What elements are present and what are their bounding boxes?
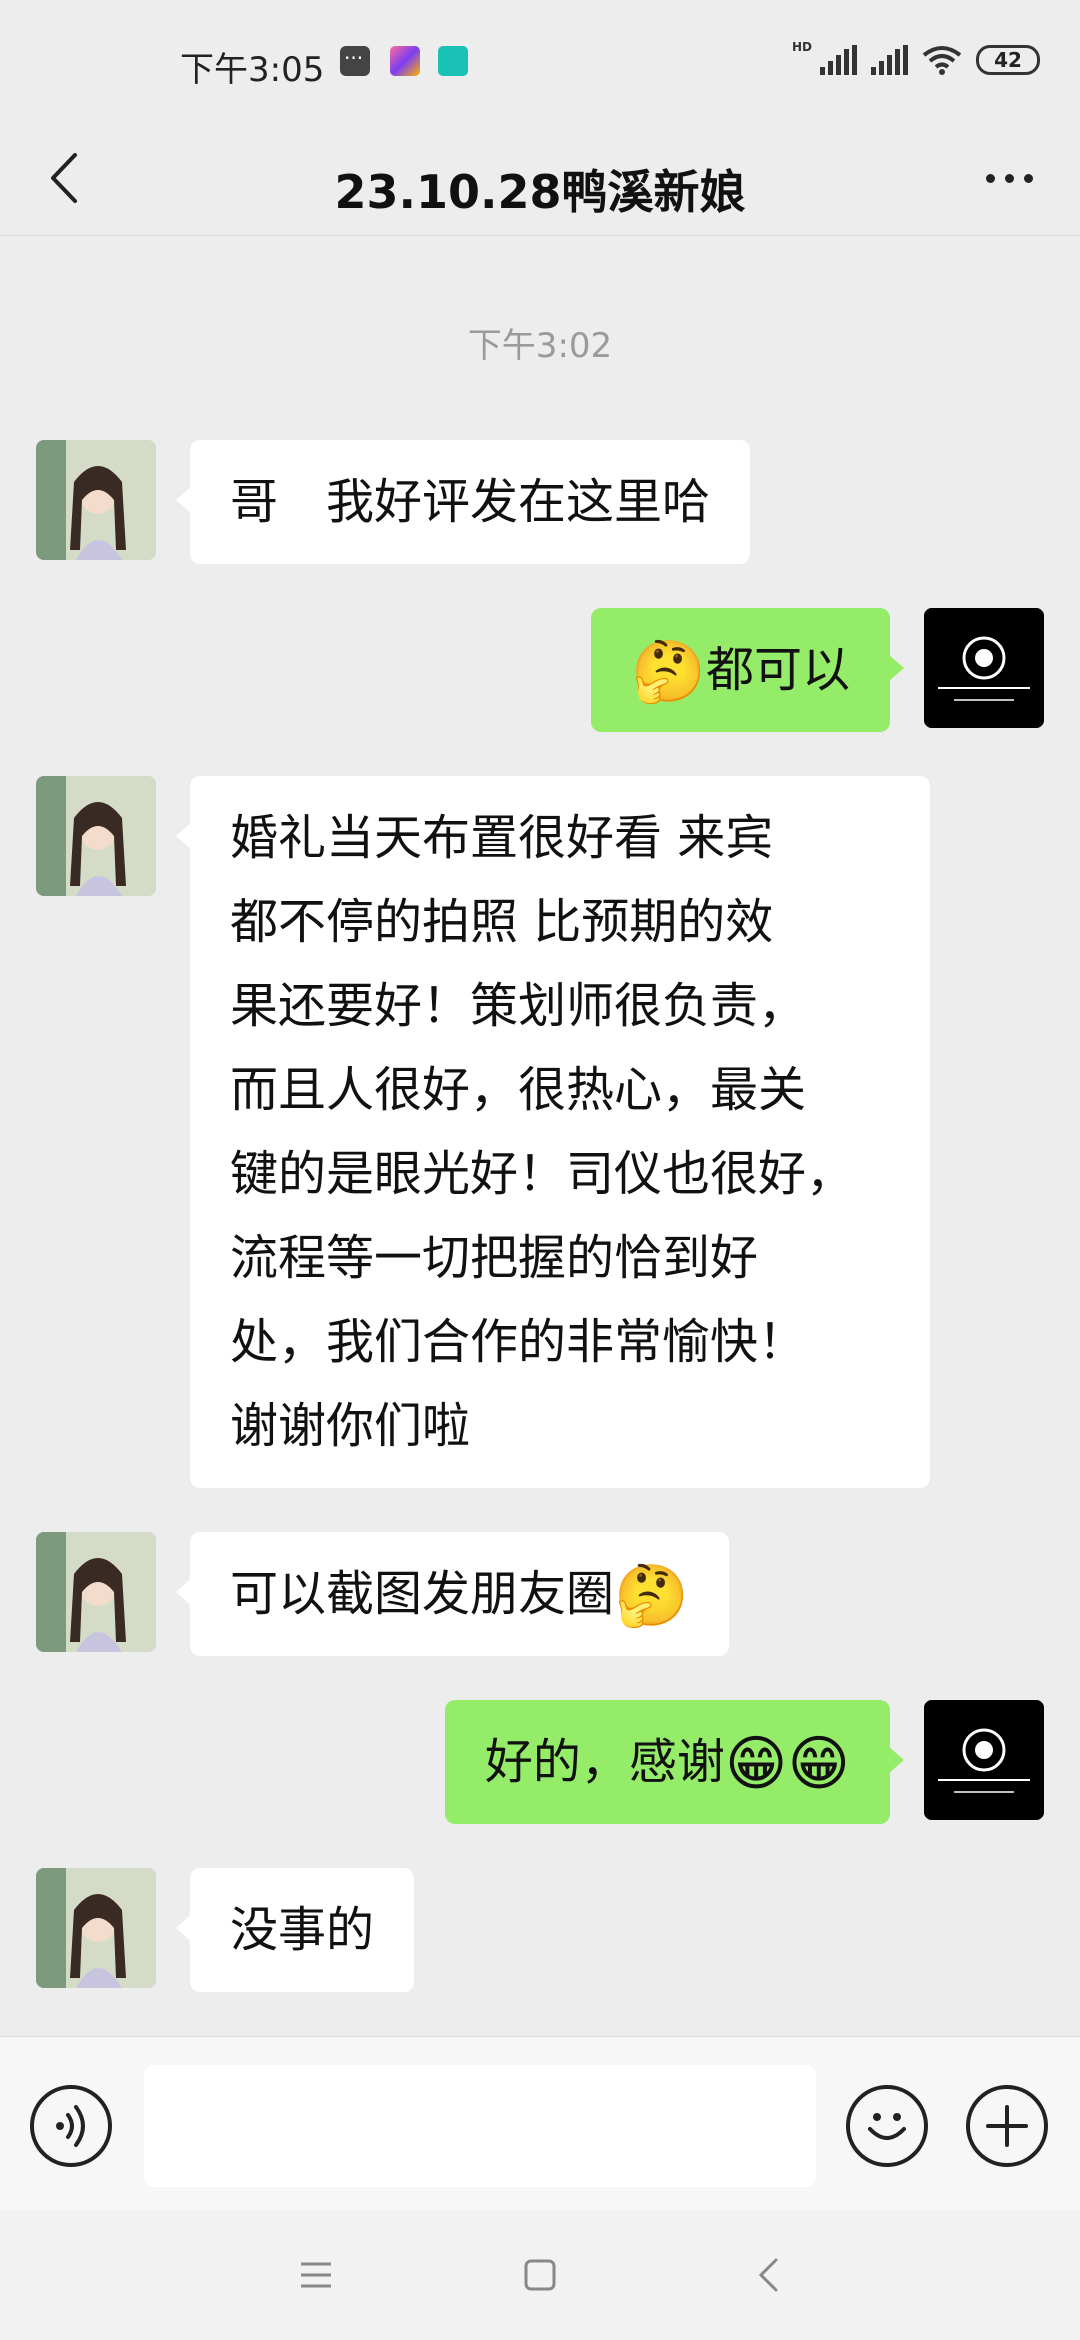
message-text: 好的，感谢 bbox=[484, 1734, 725, 1790]
wifi-icon bbox=[922, 45, 962, 75]
plus-icon bbox=[986, 2105, 1028, 2147]
more-dot bbox=[985, 173, 995, 183]
contact-avatar[interactable] bbox=[36, 776, 156, 896]
thinking-emoji: 🤔 bbox=[631, 637, 706, 707]
hd-icon: HD bbox=[791, 40, 812, 54]
message-timestamp: 下午3:02 bbox=[467, 326, 613, 366]
message-line: 键的是眼光好！司仪也很好， bbox=[230, 1146, 855, 1202]
voice-icon bbox=[56, 2105, 85, 2147]
message-bubble-incoming[interactable]: 哥 我好评发在这里哈 bbox=[175, 440, 751, 564]
contact-avatar[interactable] bbox=[36, 1532, 156, 1652]
input-bar bbox=[0, 2036, 1080, 2210]
message-bubble-outgoing[interactable]: 好的，感谢😁😁 bbox=[444, 1700, 905, 1824]
menu-nav-button[interactable] bbox=[286, 2250, 346, 2300]
chat-area[interactable]: 下午3:02 哥 我好评发在这里哈 🤔都可以 婚礼当天布置很好看 来宾 都不停的… bbox=[0, 236, 1080, 2036]
boss-app-icon bbox=[438, 46, 468, 76]
message-text: 没事的 bbox=[230, 1902, 375, 1958]
message-text: 都可以 bbox=[705, 642, 850, 698]
more-dot bbox=[1023, 173, 1033, 183]
signal-icon-2 bbox=[871, 45, 908, 75]
my-avatar[interactable] bbox=[924, 1700, 1044, 1820]
emoji-icon bbox=[868, 2113, 906, 2140]
grinning-emoji: 😁😁 bbox=[724, 1729, 850, 1799]
message-line: 婚礼当天布置很好看 来宾 bbox=[230, 810, 774, 866]
avatar-image bbox=[36, 1868, 156, 1988]
chat-header: 23.10.28鸭溪新娘 bbox=[0, 120, 1080, 236]
contact-avatar[interactable] bbox=[36, 1868, 156, 1988]
plus-button[interactable] bbox=[966, 2085, 1048, 2167]
back-triangle-icon bbox=[758, 2258, 778, 2292]
contact-avatar[interactable] bbox=[36, 440, 156, 560]
message-bubble-incoming[interactable]: 可以截图发朋友圈🤔 bbox=[176, 1532, 729, 1656]
more-dot bbox=[1004, 173, 1014, 183]
more-button[interactable] bbox=[974, 150, 1044, 206]
message-text: 可以截图发朋友圈 bbox=[230, 1566, 615, 1622]
battery-icon: 42 bbox=[976, 45, 1040, 75]
system-nav-bar bbox=[0, 2210, 1080, 2340]
thinking-emoji: 🤔 bbox=[614, 1561, 689, 1631]
message-line: 果还要好！策划师很负责， bbox=[230, 978, 807, 1034]
message-line: 而且人很好，很热心，最关 bbox=[230, 1062, 807, 1118]
home-square-icon bbox=[524, 2259, 556, 2291]
status-time: 下午3:05 bbox=[180, 50, 325, 90]
chat-title: 23.10.28鸭溪新娘 bbox=[334, 165, 746, 219]
back-nav-button[interactable] bbox=[738, 2250, 798, 2300]
my-avatar[interactable] bbox=[924, 608, 1044, 728]
app-notification-icon bbox=[390, 46, 420, 76]
mermaid-wedding-logo bbox=[924, 608, 1044, 728]
status-bar: 下午3:05 HD 42 bbox=[0, 0, 1080, 120]
message-line: 都不停的拍照 比预期的效 bbox=[230, 894, 774, 950]
emoji-button[interactable] bbox=[846, 2085, 928, 2167]
message-line: 处，我们合作的非常愉快！ bbox=[230, 1314, 807, 1370]
message-bubble-outgoing[interactable]: 🤔都可以 bbox=[591, 608, 904, 732]
message-bubble-incoming[interactable]: 没事的 bbox=[175, 1868, 415, 1992]
menu-icon bbox=[301, 2262, 331, 2288]
voice-button[interactable] bbox=[30, 2085, 112, 2167]
mermaid-wedding-logo bbox=[924, 1700, 1044, 1820]
message-input[interactable] bbox=[144, 2065, 816, 2187]
home-nav-button[interactable] bbox=[510, 2250, 570, 2300]
avatar-image bbox=[36, 1532, 156, 1652]
avatar-image bbox=[36, 776, 156, 896]
message-line: 谢谢你们啦 bbox=[230, 1398, 471, 1454]
message-bubble-incoming[interactable]: 婚礼当天布置很好看 来宾 都不停的拍照 比预期的效 果还要好！策划师很负责， 而… bbox=[176, 776, 930, 1488]
signal-icon bbox=[820, 45, 857, 75]
status-indicators: HD 42 bbox=[792, 40, 1040, 80]
message-notification-icon bbox=[340, 46, 370, 76]
message-line: 流程等一切把握的恰到好 bbox=[230, 1230, 759, 1286]
avatar-image bbox=[36, 440, 156, 560]
message-text: 哥 我好评发在这里哈 bbox=[230, 474, 711, 530]
